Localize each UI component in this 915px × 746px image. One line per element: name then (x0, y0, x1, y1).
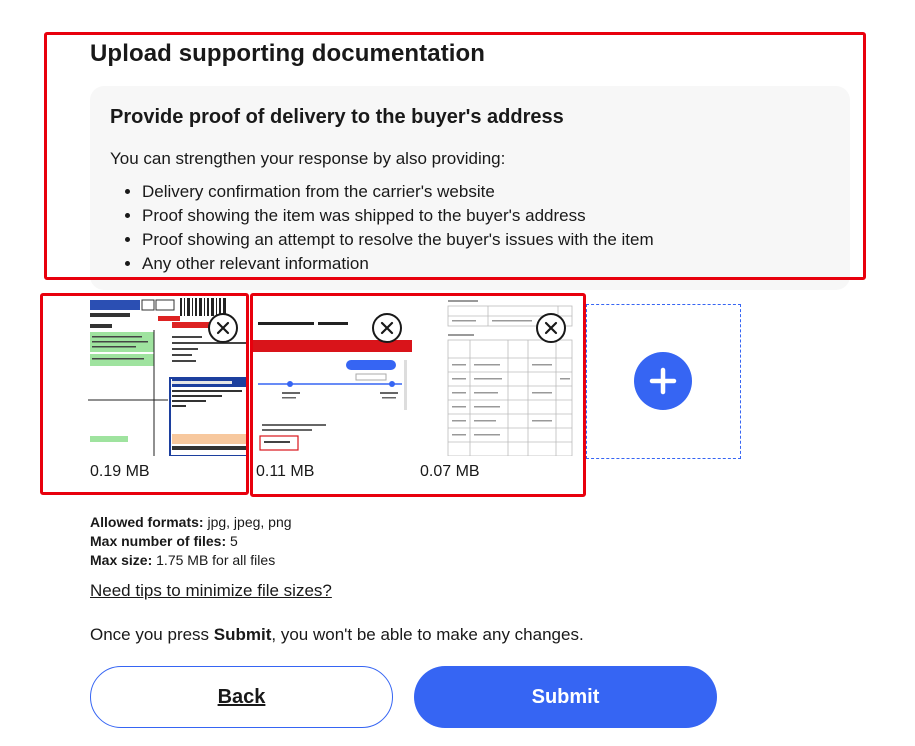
file-size-label: 0.11 MB (256, 463, 315, 480)
close-icon (380, 321, 394, 335)
submit-button-label: Submit (531, 685, 600, 708)
upload-thumbnail[interactable] (252, 296, 412, 456)
file-size-label: 0.19 MB (90, 463, 150, 480)
add-file-button[interactable] (634, 352, 692, 410)
close-icon (216, 321, 230, 335)
max-size-label: Max size: (90, 552, 153, 568)
remove-file-button[interactable] (208, 313, 238, 343)
upload-thumbnail[interactable] (418, 296, 578, 456)
back-button-label: Back (217, 685, 266, 708)
notice-before: Once you press (90, 625, 214, 644)
upload-thumbnail[interactable] (88, 296, 248, 456)
file-size-tips-link[interactable]: Need tips to minimize file sizes? (90, 581, 332, 601)
info-list-item: Any other relevant information (142, 252, 654, 276)
file-size-label: 0.07 MB (420, 463, 480, 480)
notice-after: , you won't be able to make any changes. (271, 625, 584, 644)
max-files-label: Max number of files: (90, 533, 227, 549)
info-list: Delivery confirmation from the carrier's… (110, 180, 654, 276)
plus-icon (649, 367, 677, 395)
max-files: Max number of files: 5 (90, 533, 238, 549)
back-button[interactable]: Back (90, 666, 393, 728)
info-intro: You can strengthen your response by also… (110, 149, 506, 168)
info-list-item: Proof showing the item was shipped to th… (142, 204, 654, 228)
allowed-formats-label: Allowed formats: (90, 514, 204, 530)
page-heading: Upload supporting documentation (90, 40, 486, 67)
remove-file-button[interactable] (536, 313, 566, 343)
max-size: Max size: 1.75 MB for all files (90, 552, 275, 568)
info-title: Provide proof of delivery to the buyer's… (110, 106, 564, 128)
max-files-value: 5 (230, 533, 238, 549)
remove-file-button[interactable] (372, 313, 402, 343)
max-size-value: 1.75 MB for all files (156, 552, 276, 568)
allowed-formats: Allowed formats: jpg, jpeg, png (90, 514, 292, 530)
submit-button[interactable]: Submit (414, 666, 717, 728)
allowed-formats-value: jpg, jpeg, png (207, 514, 292, 530)
info-list-item: Proof showing an attempt to resolve the … (142, 228, 654, 252)
submit-notice: Once you press Submit, you won't be able… (90, 625, 584, 645)
close-icon (544, 321, 558, 335)
notice-bold: Submit (213, 625, 272, 644)
info-list-item: Delivery confirmation from the carrier's… (142, 180, 654, 204)
